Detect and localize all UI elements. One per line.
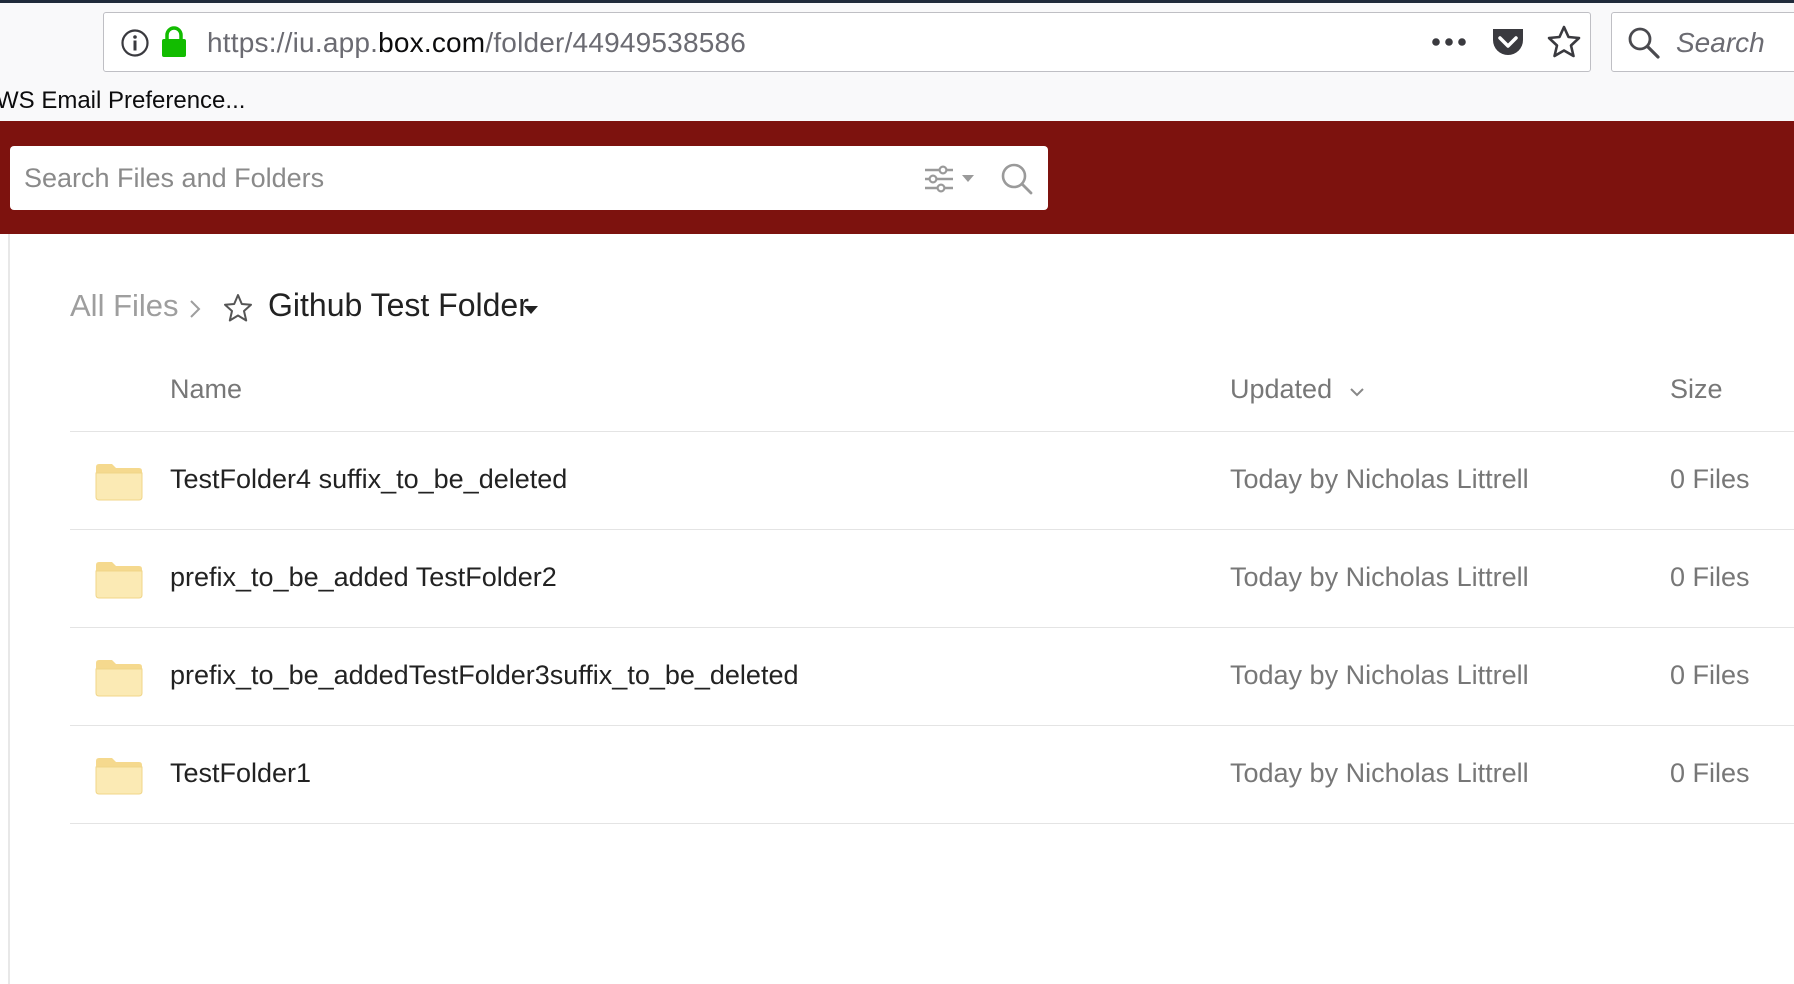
folder-icon [95,464,143,501]
content-left-border [8,234,10,984]
search-filter-icon[interactable] [922,164,978,194]
breadcrumb-current-folder[interactable]: Github Test Folder [268,287,529,324]
folder-menu-caret-icon[interactable] [524,306,538,315]
pocket-icon[interactable] [1490,26,1526,58]
table-row[interactable]: TestFolder4 suffix_to_be_deleted Today b… [70,432,1794,530]
favorite-star-icon[interactable] [222,292,254,324]
info-icon[interactable] [120,28,150,58]
folder-icon [95,660,143,697]
file-search-input[interactable]: Search Files and Folders [10,146,1048,210]
table-row[interactable]: prefix_to_be_added TestFolder2 Today by … [70,530,1794,628]
browser-search-placeholder: Search [1676,27,1765,58]
column-header-name[interactable]: Name [170,374,242,405]
folder-name[interactable]: prefix_to_be_added TestFolder2 [170,562,557,593]
sort-chevron-down-icon[interactable] [1349,386,1365,398]
folder-updated: Today by Nicholas Littrell [1230,660,1529,690]
folder-updated: Today by Nicholas Littrell [1230,562,1529,592]
bookmark-star-icon[interactable] [1546,24,1582,60]
file-search-placeholder: Search Files and Folders [24,163,325,193]
url-text[interactable]: https://iu.app.box.com/folder/4494953858… [207,27,746,59]
browser-search-bar[interactable]: Search [1611,12,1794,72]
bookmark-item[interactable]: WS Email Preference... [0,87,245,115]
folder-name[interactable]: prefix_to_be_addedTestFolder3suffix_to_b… [170,660,798,691]
folder-size: 0 Files [1670,758,1750,788]
app-header: Search Files and Folders [0,121,1794,234]
folder-icon [95,758,143,795]
column-header-updated[interactable]: Updated [1230,374,1332,405]
page-actions-menu-icon[interactable] [1428,30,1470,54]
address-bar[interactable]: https://iu.app.box.com/folder/4494953858… [103,12,1591,72]
folder-size: 0 Files [1670,660,1750,690]
table-header: Name Updated Size [70,372,1794,432]
lock-icon[interactable] [160,25,188,59]
folder-size: 0 Files [1670,464,1750,494]
table-row[interactable]: TestFolder1 Today by Nicholas Littrell 0… [70,726,1794,824]
search-icon[interactable] [1000,162,1034,196]
chevron-right-icon [190,300,201,318]
folder-size: 0 Files [1670,562,1750,592]
browser-toolbar: https://iu.app.box.com/folder/4494953858… [0,3,1794,121]
folder-icon [95,562,143,599]
folder-updated: Today by Nicholas Littrell [1230,758,1529,788]
breadcrumb-all-files[interactable]: All Files [70,288,179,324]
folder-updated: Today by Nicholas Littrell [1230,464,1529,494]
table-row[interactable]: prefix_to_be_addedTestFolder3suffix_to_b… [70,628,1794,726]
folder-name[interactable]: TestFolder1 [170,758,311,789]
search-icon [1628,27,1660,59]
folder-name[interactable]: TestFolder4 suffix_to_be_deleted [170,464,567,495]
column-header-size[interactable]: Size [1670,374,1723,405]
